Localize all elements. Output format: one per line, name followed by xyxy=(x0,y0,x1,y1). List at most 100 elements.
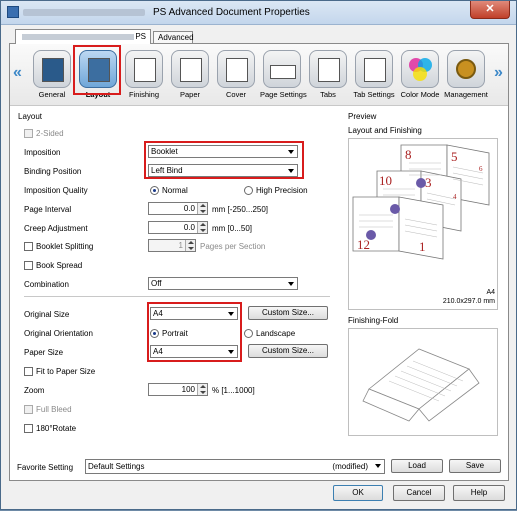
layout-group: Layout 2-Sided Imposition Booklet Bindin… xyxy=(16,110,334,482)
combination-select[interactable]: Off xyxy=(148,277,298,290)
zoom-label: Zoom xyxy=(24,386,45,395)
save-button[interactable]: Save xyxy=(449,459,501,473)
function-paper[interactable]: Paper xyxy=(168,50,212,102)
custom-size-button-2[interactable]: Custom Size... xyxy=(248,344,328,358)
title-bar[interactable]: PS Advanced Document Properties ✕ xyxy=(1,1,516,25)
save-label: Save xyxy=(465,461,485,470)
full-bleed-label: Full Bleed xyxy=(36,405,72,414)
paper-size-label: Paper Size xyxy=(24,348,64,357)
page-number: 12 xyxy=(357,237,370,252)
divider xyxy=(24,296,330,297)
fit-to-paper-checkbox[interactable] xyxy=(24,367,33,376)
two-sided-label: 2-Sided xyxy=(36,129,64,138)
tab-ps[interactable]: PS xyxy=(15,29,151,44)
page-settings-icon xyxy=(263,50,301,88)
function-cover[interactable]: Cover xyxy=(214,50,258,102)
function-color-mode[interactable]: Color Mode xyxy=(398,50,442,102)
function-label: Management xyxy=(444,90,488,99)
imposition-label: Imposition xyxy=(24,148,61,157)
combination-label: Combination xyxy=(24,280,69,289)
tab-settings-icon xyxy=(355,50,393,88)
function-label: Tabs xyxy=(320,90,336,99)
dialog-window: PS Advanced Document Properties ✕ PS Adv… xyxy=(0,0,517,510)
function-finishing[interactable]: Finishing xyxy=(122,50,166,102)
title-redacted xyxy=(23,9,145,16)
tab-advanced-label: Advanced xyxy=(158,33,194,42)
fit-to-paper-label: Fit to Paper Size xyxy=(36,367,96,376)
binding-position-label: Binding Position xyxy=(24,167,82,176)
spinner-icon[interactable] xyxy=(197,222,207,233)
booklet-splitting-checkbox[interactable] xyxy=(24,242,33,251)
color-mode-icon xyxy=(401,50,439,88)
quality-normal-label: Normal xyxy=(162,186,188,195)
function-page-settings[interactable]: Page Settings xyxy=(260,50,307,102)
creep-adjustment-field[interactable]: 0.0 xyxy=(148,221,208,234)
page-number: 4 xyxy=(453,193,457,201)
book-spread-checkbox[interactable] xyxy=(24,261,33,270)
chevron-down-icon xyxy=(286,279,296,288)
spinner-icon[interactable] xyxy=(185,240,195,251)
close-button[interactable]: ✕ xyxy=(470,1,510,19)
window-title: PS Advanced Document Properties xyxy=(153,7,310,18)
zoom-unit: % [1...1000] xyxy=(212,386,255,395)
landscape-radio[interactable] xyxy=(244,329,253,338)
function-label: Tab Settings xyxy=(353,90,395,99)
function-general[interactable]: General xyxy=(30,50,74,102)
scroll-left-icon[interactable]: « xyxy=(13,64,22,82)
booklet-preview-image: 8 5 6 10 3 4 12 1 xyxy=(352,144,490,260)
paper-info-dimensions: 210.0x297.0 mm xyxy=(442,298,495,305)
book-spread-label: Book Spread xyxy=(36,261,83,270)
tab-advanced[interactable]: Advanced xyxy=(153,31,194,43)
original-size-label: Original Size xyxy=(24,310,70,319)
ok-button[interactable]: OK xyxy=(333,485,383,501)
quality-high-radio[interactable] xyxy=(244,186,253,195)
favorite-setting-label: Favorite Setting xyxy=(17,463,74,472)
spinner-icon[interactable] xyxy=(197,203,207,214)
function-tabs[interactable]: Tabs xyxy=(306,50,350,102)
paper-icon xyxy=(171,50,209,88)
page-interval-field[interactable]: 0.0 xyxy=(148,202,208,215)
rotate-label: 180°Rotate xyxy=(36,424,77,433)
settings-panel: « » General Layout Finishing Paper Cover xyxy=(9,43,509,481)
load-label: Load xyxy=(408,461,426,470)
cancel-button[interactable]: Cancel xyxy=(393,485,445,501)
general-icon xyxy=(33,50,71,88)
function-label: Color Mode xyxy=(400,90,440,99)
tabs-icon xyxy=(309,50,347,88)
page-number: 10 xyxy=(379,173,392,188)
page-number: 8 xyxy=(405,147,412,162)
function-tab-settings[interactable]: Tab Settings xyxy=(352,50,396,102)
spinner-icon[interactable] xyxy=(197,384,207,395)
page-number: 5 xyxy=(451,149,458,164)
page-interval-unit: mm [-250...250] xyxy=(212,205,269,214)
help-button[interactable]: Help xyxy=(453,485,505,501)
modified-indicator: (modified) xyxy=(332,462,368,471)
chevron-down-icon xyxy=(373,461,383,470)
rotate-checkbox[interactable] xyxy=(24,424,33,433)
load-button[interactable]: Load xyxy=(391,459,443,473)
fold-preview-image xyxy=(362,348,480,422)
page-number: 6 xyxy=(479,165,483,173)
zoom-value: 100 xyxy=(181,385,195,394)
cover-icon xyxy=(217,50,255,88)
function-management[interactable]: Management xyxy=(444,50,488,102)
tab-ps-label: PS xyxy=(135,32,146,41)
page-number: 1 xyxy=(419,239,426,254)
printer-icon xyxy=(7,6,19,18)
tab-redacted xyxy=(22,34,134,40)
full-bleed-checkbox[interactable] xyxy=(24,405,33,414)
zoom-field[interactable]: 100 xyxy=(148,383,208,396)
scroll-right-icon[interactable]: » xyxy=(494,64,503,82)
custom-size-button-1[interactable]: Custom Size... xyxy=(248,306,328,320)
function-label: Paper xyxy=(179,90,200,99)
function-label: Page Settings xyxy=(260,90,307,99)
favorite-setting-select[interactable]: Default Settings (modified) xyxy=(85,459,385,474)
page-interval-value: 0.0 xyxy=(183,204,195,213)
two-sided-checkbox[interactable] xyxy=(24,129,33,138)
finishing-icon xyxy=(125,50,163,88)
pages-per-section-field[interactable]: 1 xyxy=(148,239,196,252)
quality-normal-radio[interactable] xyxy=(150,186,159,195)
creep-adjustment-label: Creep Adjustment xyxy=(24,224,88,233)
pages-per-section-label: Pages per Section xyxy=(200,242,266,251)
management-icon xyxy=(447,50,485,88)
